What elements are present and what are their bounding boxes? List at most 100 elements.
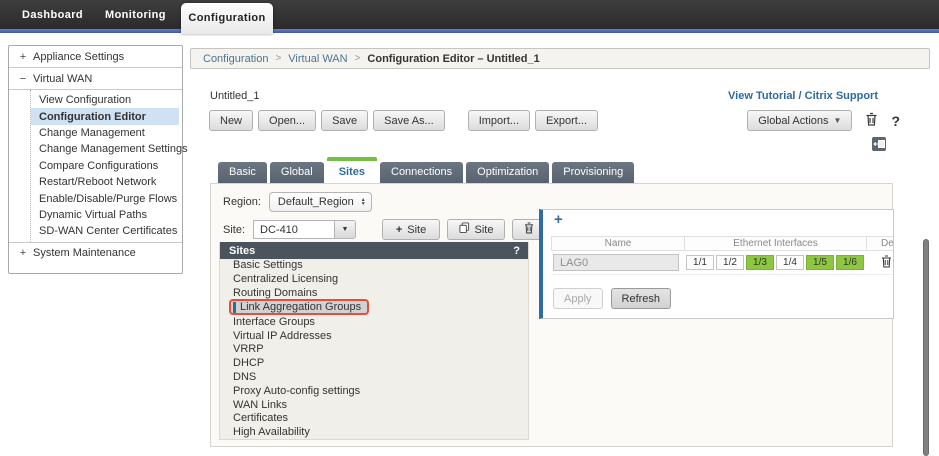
file-toolbar: New Open... Save Save As... Import... Ex…	[209, 110, 598, 131]
lag-table: Name Ethernet Interfaces Delete LAG0 1/1…	[551, 236, 894, 275]
lag-table-header: Name Ethernet Interfaces Delete	[551, 236, 894, 251]
sidebar-group-system-maintenance[interactable]: + System Maintenance	[9, 242, 182, 264]
tab-optimization[interactable]: Optimization	[466, 162, 549, 183]
vertical-scrollbar[interactable]	[923, 239, 929, 456]
add-site-button[interactable]: + Site	[382, 219, 440, 240]
expand-icon: +	[19, 247, 27, 259]
region-label: Region:	[223, 196, 261, 208]
interface-toggle-1-5[interactable]: 1/5	[806, 255, 834, 270]
sidebar-item-change-management-settings[interactable]: Change Management Settings	[31, 141, 179, 157]
nav-tab-dashboard[interactable]: Dashboard	[22, 0, 83, 30]
sidebar-group-label: Virtual WAN	[33, 73, 92, 85]
collapse-panel-icon[interactable]	[872, 137, 886, 154]
tab-connections[interactable]: Connections	[380, 162, 463, 183]
sidebar-item-compare-configurations[interactable]: Compare Configurations	[31, 158, 179, 174]
copy-icon	[459, 222, 470, 237]
sidebar-item-sdwan-center-certificates[interactable]: SD-WAN Center Certificates	[31, 223, 179, 239]
sites-list-header: Sites ?	[220, 242, 528, 259]
sites-item-dhcp[interactable]: DHCP	[220, 357, 528, 371]
column-header-delete: Delete	[866, 236, 894, 251]
selection-bar	[233, 302, 236, 313]
import-button[interactable]: Import...	[468, 110, 530, 131]
tab-sites[interactable]: Sites	[327, 157, 377, 183]
refresh-button[interactable]: Refresh	[611, 288, 672, 309]
sites-item-certificates[interactable]: Certificates	[220, 412, 528, 426]
breadcrumb-separator: >	[275, 53, 281, 64]
sites-item-virtual-ip-addresses[interactable]: Virtual IP Addresses	[220, 330, 528, 344]
sidebar-group-label: Appliance Settings	[33, 51, 124, 63]
expand-icon: +	[19, 51, 27, 63]
nav-tab-monitoring[interactable]: Monitoring	[105, 0, 166, 30]
add-site-label: Site	[407, 224, 426, 236]
apply-button[interactable]: Apply	[553, 288, 603, 309]
interface-toggle-1-2[interactable]: 1/2	[716, 255, 744, 270]
ethernet-interfaces-cell: 1/1 1/2 1/3 1/4 1/5 1/6	[683, 255, 865, 270]
site-dropdown-button[interactable]: ▼	[334, 220, 356, 239]
site-row: Site: DC-410 ▼ + Site Site Site	[223, 219, 570, 240]
tutorial-support-link[interactable]: View Tutorial / Citrix Support	[728, 90, 878, 102]
sidebar-group-virtual-wan[interactable]: − Virtual WAN	[9, 68, 182, 90]
plus-icon: +	[396, 224, 402, 236]
lag-table-row: LAG0 1/1 1/2 1/3 1/4 1/5 1/6	[551, 251, 894, 275]
sidebar-item-configuration-editor[interactable]: Configuration Editor	[31, 108, 179, 124]
breadcrumb-link-virtual-wan[interactable]: Virtual WAN	[288, 53, 347, 65]
sidebar-item-enable-disable-purge-flows[interactable]: Enable/Disable/Purge Flows	[31, 190, 179, 206]
sidebar: + Appliance Settings − Virtual WAN View …	[8, 45, 183, 274]
breadcrumb-current: Configuration Editor – Untitled_1	[367, 53, 539, 65]
sites-item-link-aggregation-groups[interactable]: Link Aggregation Groups	[229, 299, 369, 315]
tab-basic[interactable]: Basic	[218, 162, 267, 183]
collapse-icon: −	[19, 73, 27, 85]
sidebar-group-appliance-settings[interactable]: + Appliance Settings	[9, 46, 182, 68]
add-lag-button[interactable]: +	[554, 211, 563, 228]
breadcrumb-link-configuration[interactable]: Configuration	[203, 53, 268, 65]
sites-item-centralized-licensing[interactable]: Centralized Licensing	[220, 273, 528, 287]
interface-toggle-1-6[interactable]: 1/6	[836, 255, 864, 270]
global-actions-dropdown[interactable]: Global Actions ▼	[747, 110, 852, 131]
sidebar-group-label: System Maintenance	[33, 247, 136, 259]
new-button[interactable]: New	[209, 110, 253, 131]
delete-row-cell	[865, 255, 894, 271]
sidebar-virtual-wan-items: View Configuration Configuration Editor …	[30, 90, 182, 242]
region-row: Region: Default_Region ▲▼	[223, 192, 372, 212]
global-actions-cluster: Global Actions ▼ ?	[747, 110, 900, 131]
global-actions-label: Global Actions	[758, 115, 828, 127]
sites-item-proxy-autoconfig[interactable]: Proxy Auto-config settings	[220, 385, 528, 399]
sites-item-wan-links[interactable]: WAN Links	[220, 399, 528, 413]
help-icon[interactable]: ?	[513, 245, 520, 257]
trash-icon[interactable]	[881, 255, 892, 271]
interface-toggle-1-3[interactable]: 1/3	[746, 255, 774, 270]
sites-item-interface-groups[interactable]: Interface Groups	[220, 316, 528, 330]
editor-tabs: Basic Global Sites Connections Optimizat…	[218, 157, 634, 183]
chevron-down-icon: ▼	[342, 226, 349, 233]
sidebar-item-restart-reboot-network[interactable]: Restart/Reboot Network	[31, 174, 179, 190]
sites-item-high-availability[interactable]: High Availability	[220, 426, 528, 440]
clone-site-button[interactable]: Site	[447, 219, 505, 240]
site-combobox-input[interactable]: DC-410	[253, 220, 335, 239]
sites-item-basic-settings[interactable]: Basic Settings	[220, 259, 528, 273]
column-header-ethernet-interfaces: Ethernet Interfaces	[684, 236, 866, 251]
region-select[interactable]: Default_Region ▲▼	[269, 192, 372, 212]
column-header-name: Name	[552, 238, 684, 249]
trash-icon[interactable]	[865, 112, 878, 130]
sidebar-item-view-configuration[interactable]: View Configuration	[31, 92, 179, 108]
site-label: Site:	[223, 224, 245, 236]
open-button[interactable]: Open...	[258, 110, 316, 131]
sites-item-vrrp[interactable]: VRRP	[220, 343, 528, 357]
sidebar-item-change-management[interactable]: Change Management	[31, 125, 179, 141]
sites-item-dns[interactable]: DNS	[220, 371, 528, 385]
breadcrumb-separator: >	[355, 53, 361, 64]
sites-item-routing-domains[interactable]: Routing Domains	[220, 287, 528, 301]
help-icon[interactable]: ?	[891, 113, 900, 129]
sites-list-title: Sites	[229, 245, 255, 257]
save-button[interactable]: Save	[321, 110, 368, 131]
save-as-button[interactable]: Save As...	[373, 110, 445, 131]
select-arrows-icon: ▲▼	[361, 198, 366, 206]
export-button[interactable]: Export...	[535, 110, 598, 131]
lag-name-input[interactable]: LAG0	[553, 254, 679, 271]
nav-tab-configuration[interactable]: Configuration	[181, 3, 273, 34]
tab-global[interactable]: Global	[270, 162, 324, 183]
interface-toggle-1-4[interactable]: 1/4	[776, 255, 804, 270]
sidebar-item-dynamic-virtual-paths[interactable]: Dynamic Virtual Paths	[31, 207, 179, 223]
interface-toggle-1-1[interactable]: 1/1	[686, 255, 714, 270]
tab-provisioning[interactable]: Provisioning	[552, 162, 634, 183]
